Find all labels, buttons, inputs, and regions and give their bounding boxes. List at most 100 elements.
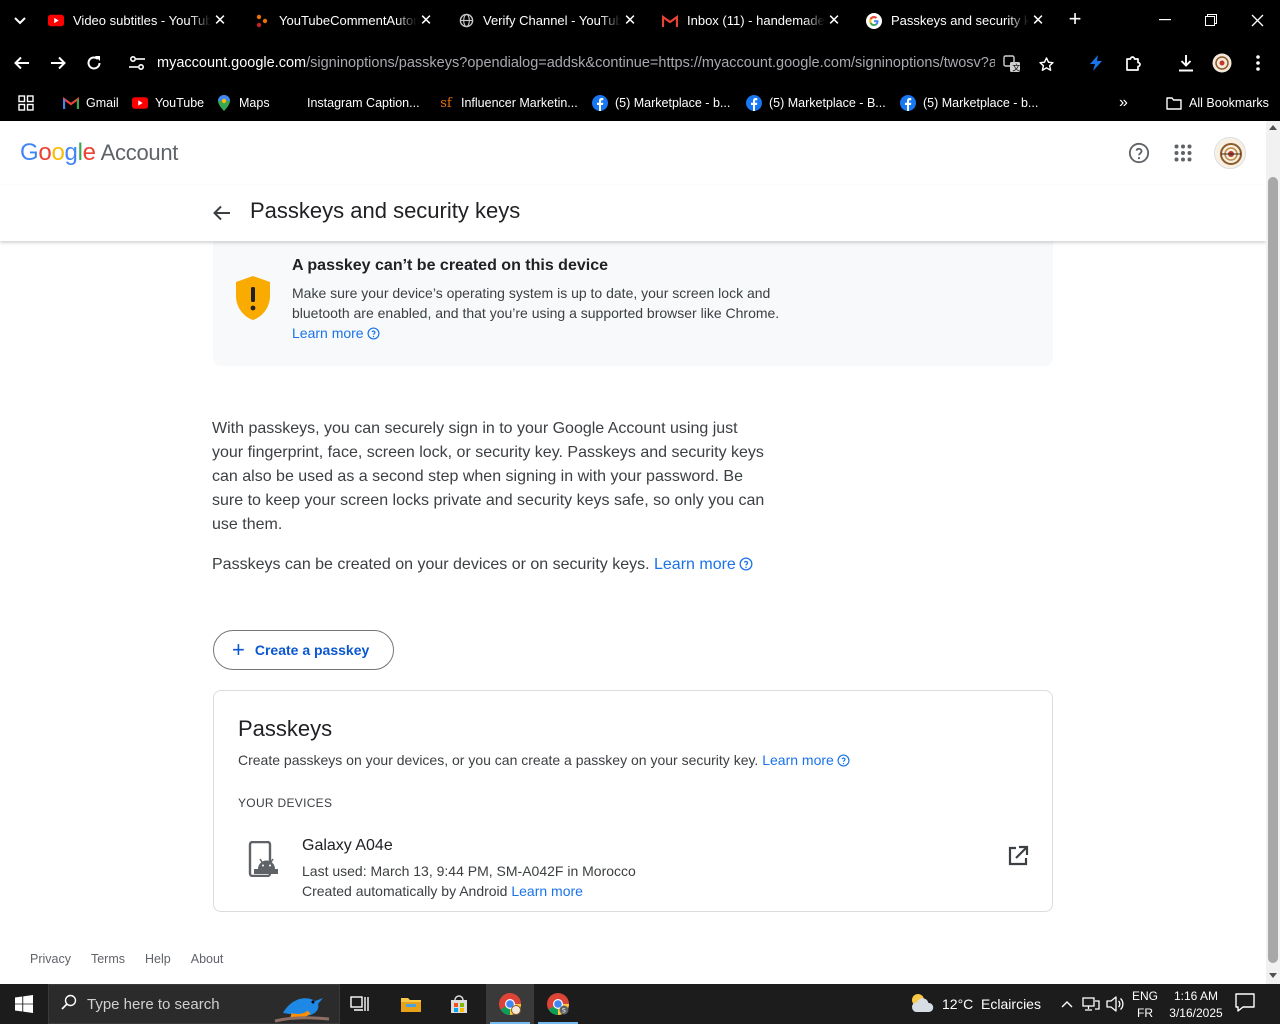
footer-help-link[interactable]: Help bbox=[145, 952, 171, 966]
bookmark-star-icon[interactable] bbox=[1036, 54, 1056, 74]
bookmark-label: (5) Marketplace - B... bbox=[769, 96, 886, 110]
all-bookmarks-folder[interactable]: All Bookmarks bbox=[1166, 92, 1269, 114]
scroll-down-arrow-icon[interactable] bbox=[1269, 973, 1277, 978]
tab-gmail-inbox[interactable]: Inbox (11) - handemade ✕ bbox=[648, 4, 852, 37]
task-view-icon[interactable] bbox=[336, 984, 384, 1024]
close-tab-icon[interactable]: ✕ bbox=[826, 12, 842, 29]
help-icon[interactable] bbox=[1127, 141, 1151, 165]
help-circle-icon bbox=[739, 557, 753, 571]
bookmark-marketplace-1[interactable]: (5) Marketplace - b... bbox=[592, 92, 730, 114]
close-window-icon[interactable] bbox=[1245, 8, 1269, 32]
bookmark-marketplace-2[interactable]: (5) Marketplace - B... bbox=[746, 92, 886, 114]
footer-privacy-link[interactable]: Privacy bbox=[30, 952, 71, 966]
language-indicator[interactable]: ENG FR bbox=[1128, 988, 1162, 1022]
weather-widget[interactable]: 12°C Eclaircies bbox=[908, 984, 1041, 1024]
card-learn-more-link[interactable]: Learn more bbox=[762, 752, 834, 768]
warning-learn-more-link[interactable]: Learn more bbox=[292, 325, 364, 341]
tab-search-button[interactable] bbox=[8, 10, 32, 32]
back-arrow-icon[interactable] bbox=[210, 201, 234, 225]
notifications-icon[interactable] bbox=[1234, 992, 1260, 1016]
page-footer: Privacy Terms Help About bbox=[30, 952, 243, 966]
bookmark-influencer-marketing[interactable]: sf Influencer Marketin... bbox=[438, 92, 577, 114]
passkeys-card-description: Create passkeys on your devices, or you … bbox=[238, 752, 850, 768]
language-top: ENG bbox=[1131, 989, 1158, 1003]
help-circle-icon bbox=[837, 754, 850, 767]
clock-date: 3/16/2025 bbox=[1169, 1006, 1223, 1020]
device-learn-more-link[interactable]: Learn more bbox=[511, 883, 583, 899]
tab-verify-channel[interactable]: Verify Channel - YouTube ✕ bbox=[444, 4, 648, 37]
windows-start-icon[interactable] bbox=[0, 984, 48, 1024]
file-explorer-icon[interactable] bbox=[387, 984, 435, 1024]
google-logo-text: Google bbox=[20, 139, 96, 166]
bookmark-label: Maps bbox=[239, 96, 270, 110]
lightning-extension-icon[interactable] bbox=[1084, 51, 1108, 75]
open-in-new-icon[interactable] bbox=[1006, 844, 1030, 868]
page-title: Passkeys and security keys bbox=[250, 198, 521, 223]
bookmark-instagram-caption[interactable]: Instagram Caption... bbox=[307, 92, 420, 114]
intro-2-text: Passkeys can be created on your devices … bbox=[212, 556, 650, 573]
tab-video-subtitles[interactable]: Video subtitles - YouTube Studio ✕ bbox=[34, 4, 238, 37]
bookmark-label: (5) Marketplace - b... bbox=[923, 96, 1039, 110]
tab-comment-automation[interactable]: YouTubeCommentAutomation ✕ bbox=[240, 4, 444, 37]
bookmark-marketplace-3[interactable]: (5) Marketplace - b... bbox=[900, 92, 1038, 114]
facebook-icon bbox=[746, 95, 762, 111]
bookmark-youtube[interactable]: YouTube bbox=[132, 92, 204, 114]
passkeys-intro: With passkeys, you can securely sign in … bbox=[212, 420, 765, 533]
scrollbar-thumb[interactable] bbox=[1268, 177, 1278, 963]
taskbar-search-box[interactable]: Type here to search bbox=[48, 984, 340, 1024]
forward-icon[interactable] bbox=[46, 51, 70, 75]
extensions-icon[interactable] bbox=[1121, 51, 1145, 75]
translate-icon[interactable]: 文 bbox=[1002, 54, 1022, 74]
restore-icon[interactable] bbox=[1199, 8, 1223, 32]
chrome-app-icon[interactable] bbox=[486, 984, 534, 1024]
close-tab-icon[interactable]: ✕ bbox=[1030, 12, 1046, 29]
warning-banner: A passkey can’t be created on this devic… bbox=[213, 241, 1053, 366]
more-bookmarks-chevron-icon[interactable]: » bbox=[1119, 92, 1128, 114]
tab-passkeys[interactable]: Passkeys and security keys ✕ bbox=[852, 4, 1056, 37]
account-avatar[interactable] bbox=[1214, 137, 1246, 169]
profile-avatar-icon[interactable] bbox=[1210, 51, 1234, 75]
bookmark-maps[interactable]: Maps bbox=[216, 92, 270, 114]
close-tab-icon[interactable]: ✕ bbox=[418, 12, 434, 29]
footer-terms-link[interactable]: Terms bbox=[91, 952, 125, 966]
network-icon[interactable] bbox=[1080, 984, 1102, 1024]
windows-taskbar: Type here to search S 12°C Eclaircies EN… bbox=[0, 984, 1280, 1024]
scroll-up-arrow-icon[interactable] bbox=[1269, 125, 1277, 130]
device-created: Created automatically by Android Learn m… bbox=[302, 881, 636, 901]
address-bar[interactable]: myaccount.google.com/signinoptions/passk… bbox=[118, 45, 1068, 81]
back-icon[interactable] bbox=[10, 51, 34, 75]
footer-about-link[interactable]: About bbox=[191, 952, 224, 966]
new-tab-button[interactable]: + bbox=[1064, 8, 1086, 31]
help-circle-icon bbox=[367, 327, 380, 340]
close-tab-icon[interactable]: ✕ bbox=[622, 12, 638, 29]
site-settings-icon[interactable] bbox=[128, 55, 146, 76]
card-desc-text: Create passkeys on your devices, or you … bbox=[238, 752, 759, 768]
tab-title: Passkeys and security keys bbox=[891, 13, 1029, 28]
tab-title: Inbox (11) - handemade bbox=[687, 13, 825, 28]
apps-grid-icon[interactable] bbox=[18, 92, 34, 114]
page-scrollbar[interactable] bbox=[1266, 121, 1280, 984]
intro-learn-more-link[interactable]: Learn more bbox=[654, 556, 736, 573]
chrome-profile-app-icon[interactable]: S bbox=[534, 984, 582, 1024]
passkeys-card: Passkeys Create passkeys on your devices… bbox=[213, 690, 1053, 912]
google-apps-icon[interactable] bbox=[1171, 141, 1195, 165]
tab-title: Video subtitles - YouTube Studio bbox=[73, 13, 211, 28]
gmail-icon bbox=[63, 95, 79, 111]
reload-icon[interactable] bbox=[82, 51, 106, 75]
create-passkey-button[interactable]: + Create a passkey bbox=[213, 630, 394, 670]
system-clock[interactable]: 1:16 AM 3/16/2025 bbox=[1164, 988, 1228, 1022]
youtube-icon bbox=[48, 13, 64, 29]
weather-text: 12°C Eclaircies bbox=[942, 996, 1041, 1012]
passkeys-card-title: Passkeys bbox=[238, 716, 333, 741]
chrome-menu-icon[interactable] bbox=[1246, 51, 1270, 75]
minimize-icon[interactable] bbox=[1153, 8, 1177, 32]
google-account-logo[interactable]: Google Account bbox=[20, 139, 178, 167]
volume-icon[interactable] bbox=[1104, 984, 1126, 1024]
bookmark-label: Gmail bbox=[86, 96, 119, 110]
show-hidden-icons-chevron-icon[interactable] bbox=[1058, 984, 1076, 1024]
kingfisher-bird-icon bbox=[271, 987, 333, 1027]
close-tab-icon[interactable]: ✕ bbox=[212, 12, 228, 29]
bookmark-gmail[interactable]: Gmail bbox=[63, 92, 119, 114]
download-icon[interactable] bbox=[1174, 51, 1198, 75]
store-icon[interactable] bbox=[435, 984, 483, 1024]
